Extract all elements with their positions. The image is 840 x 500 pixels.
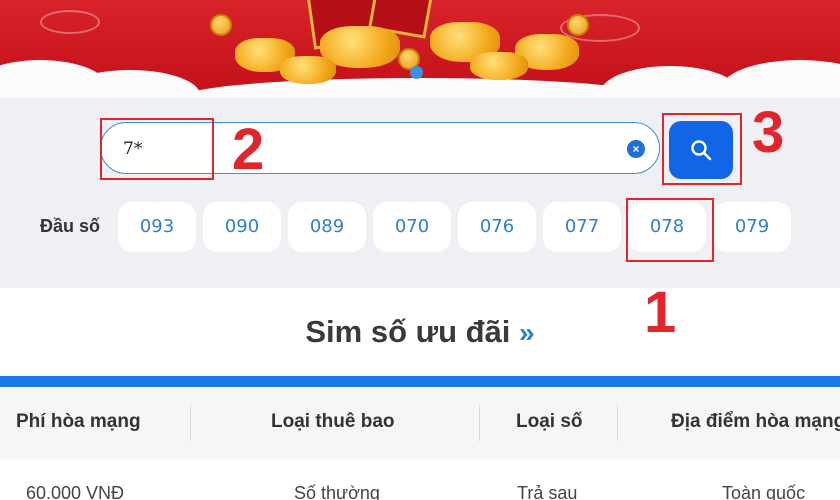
prefix-chip-079[interactable]: 079 xyxy=(713,202,791,252)
prefix-chip-070[interactable]: 070 xyxy=(373,202,451,252)
gold-ingot-decor xyxy=(280,56,336,84)
column-header-subscription-type: Loại thuê bao xyxy=(271,411,395,432)
table-cell-location: Toàn quốc xyxy=(722,483,806,500)
column-divider xyxy=(190,405,191,441)
table-header: Phí hòa mạng Loại thuê bao Loại số Địa đ… xyxy=(0,387,840,459)
annotation-number-1: 1 xyxy=(644,280,677,345)
column-header-location: Địa điểm hòa mạng xyxy=(671,411,840,432)
annotation-number-2: 2 xyxy=(232,117,265,182)
prefix-chip-090[interactable]: 090 xyxy=(203,202,281,252)
annotation-number-3: 3 xyxy=(752,100,785,165)
section-divider xyxy=(0,376,840,387)
annotation-box-1 xyxy=(626,198,714,262)
carousel-dot-active[interactable] xyxy=(410,66,423,79)
column-header-fee: Phí hòa mạng xyxy=(16,411,141,432)
table-cell-number-type: Trả sau xyxy=(517,483,578,500)
annotation-box-3 xyxy=(662,113,742,185)
prefix-chip-076[interactable]: 076 xyxy=(458,202,536,252)
gold-ingot-decor xyxy=(470,52,528,80)
cloud-decor xyxy=(180,78,660,98)
clear-icon[interactable]: × xyxy=(627,140,645,158)
annotation-box-2 xyxy=(100,118,214,180)
prefix-label: Đầu số xyxy=(40,216,101,236)
section-header: Sim số ưu đãi » xyxy=(0,288,840,378)
coin-decor xyxy=(210,14,232,36)
section-title[interactable]: Sim số ưu đãi » xyxy=(0,314,840,350)
table-cell-fee: 60.000 VNĐ xyxy=(26,483,125,500)
decor-swirl xyxy=(40,10,100,34)
column-divider xyxy=(617,405,618,441)
chevron-right-icon: » xyxy=(519,317,535,348)
prefix-chip-093[interactable]: 093 xyxy=(118,202,196,252)
sim-table: Phí hòa mạng Loại thuê bao Loại số Địa đ… xyxy=(0,387,840,500)
cloud-decor xyxy=(720,60,840,98)
promo-banner[interactable] xyxy=(0,0,840,98)
column-header-number-type: Loại số xyxy=(516,411,583,432)
prefix-chip-089[interactable]: 089 xyxy=(288,202,366,252)
prefix-chip-077[interactable]: 077 xyxy=(543,202,621,252)
table-cell-subscription-type: Số thường xyxy=(294,483,380,500)
column-divider xyxy=(479,405,480,441)
coin-decor xyxy=(567,14,589,36)
section-title-text: Sim số ưu đãi xyxy=(305,314,511,349)
